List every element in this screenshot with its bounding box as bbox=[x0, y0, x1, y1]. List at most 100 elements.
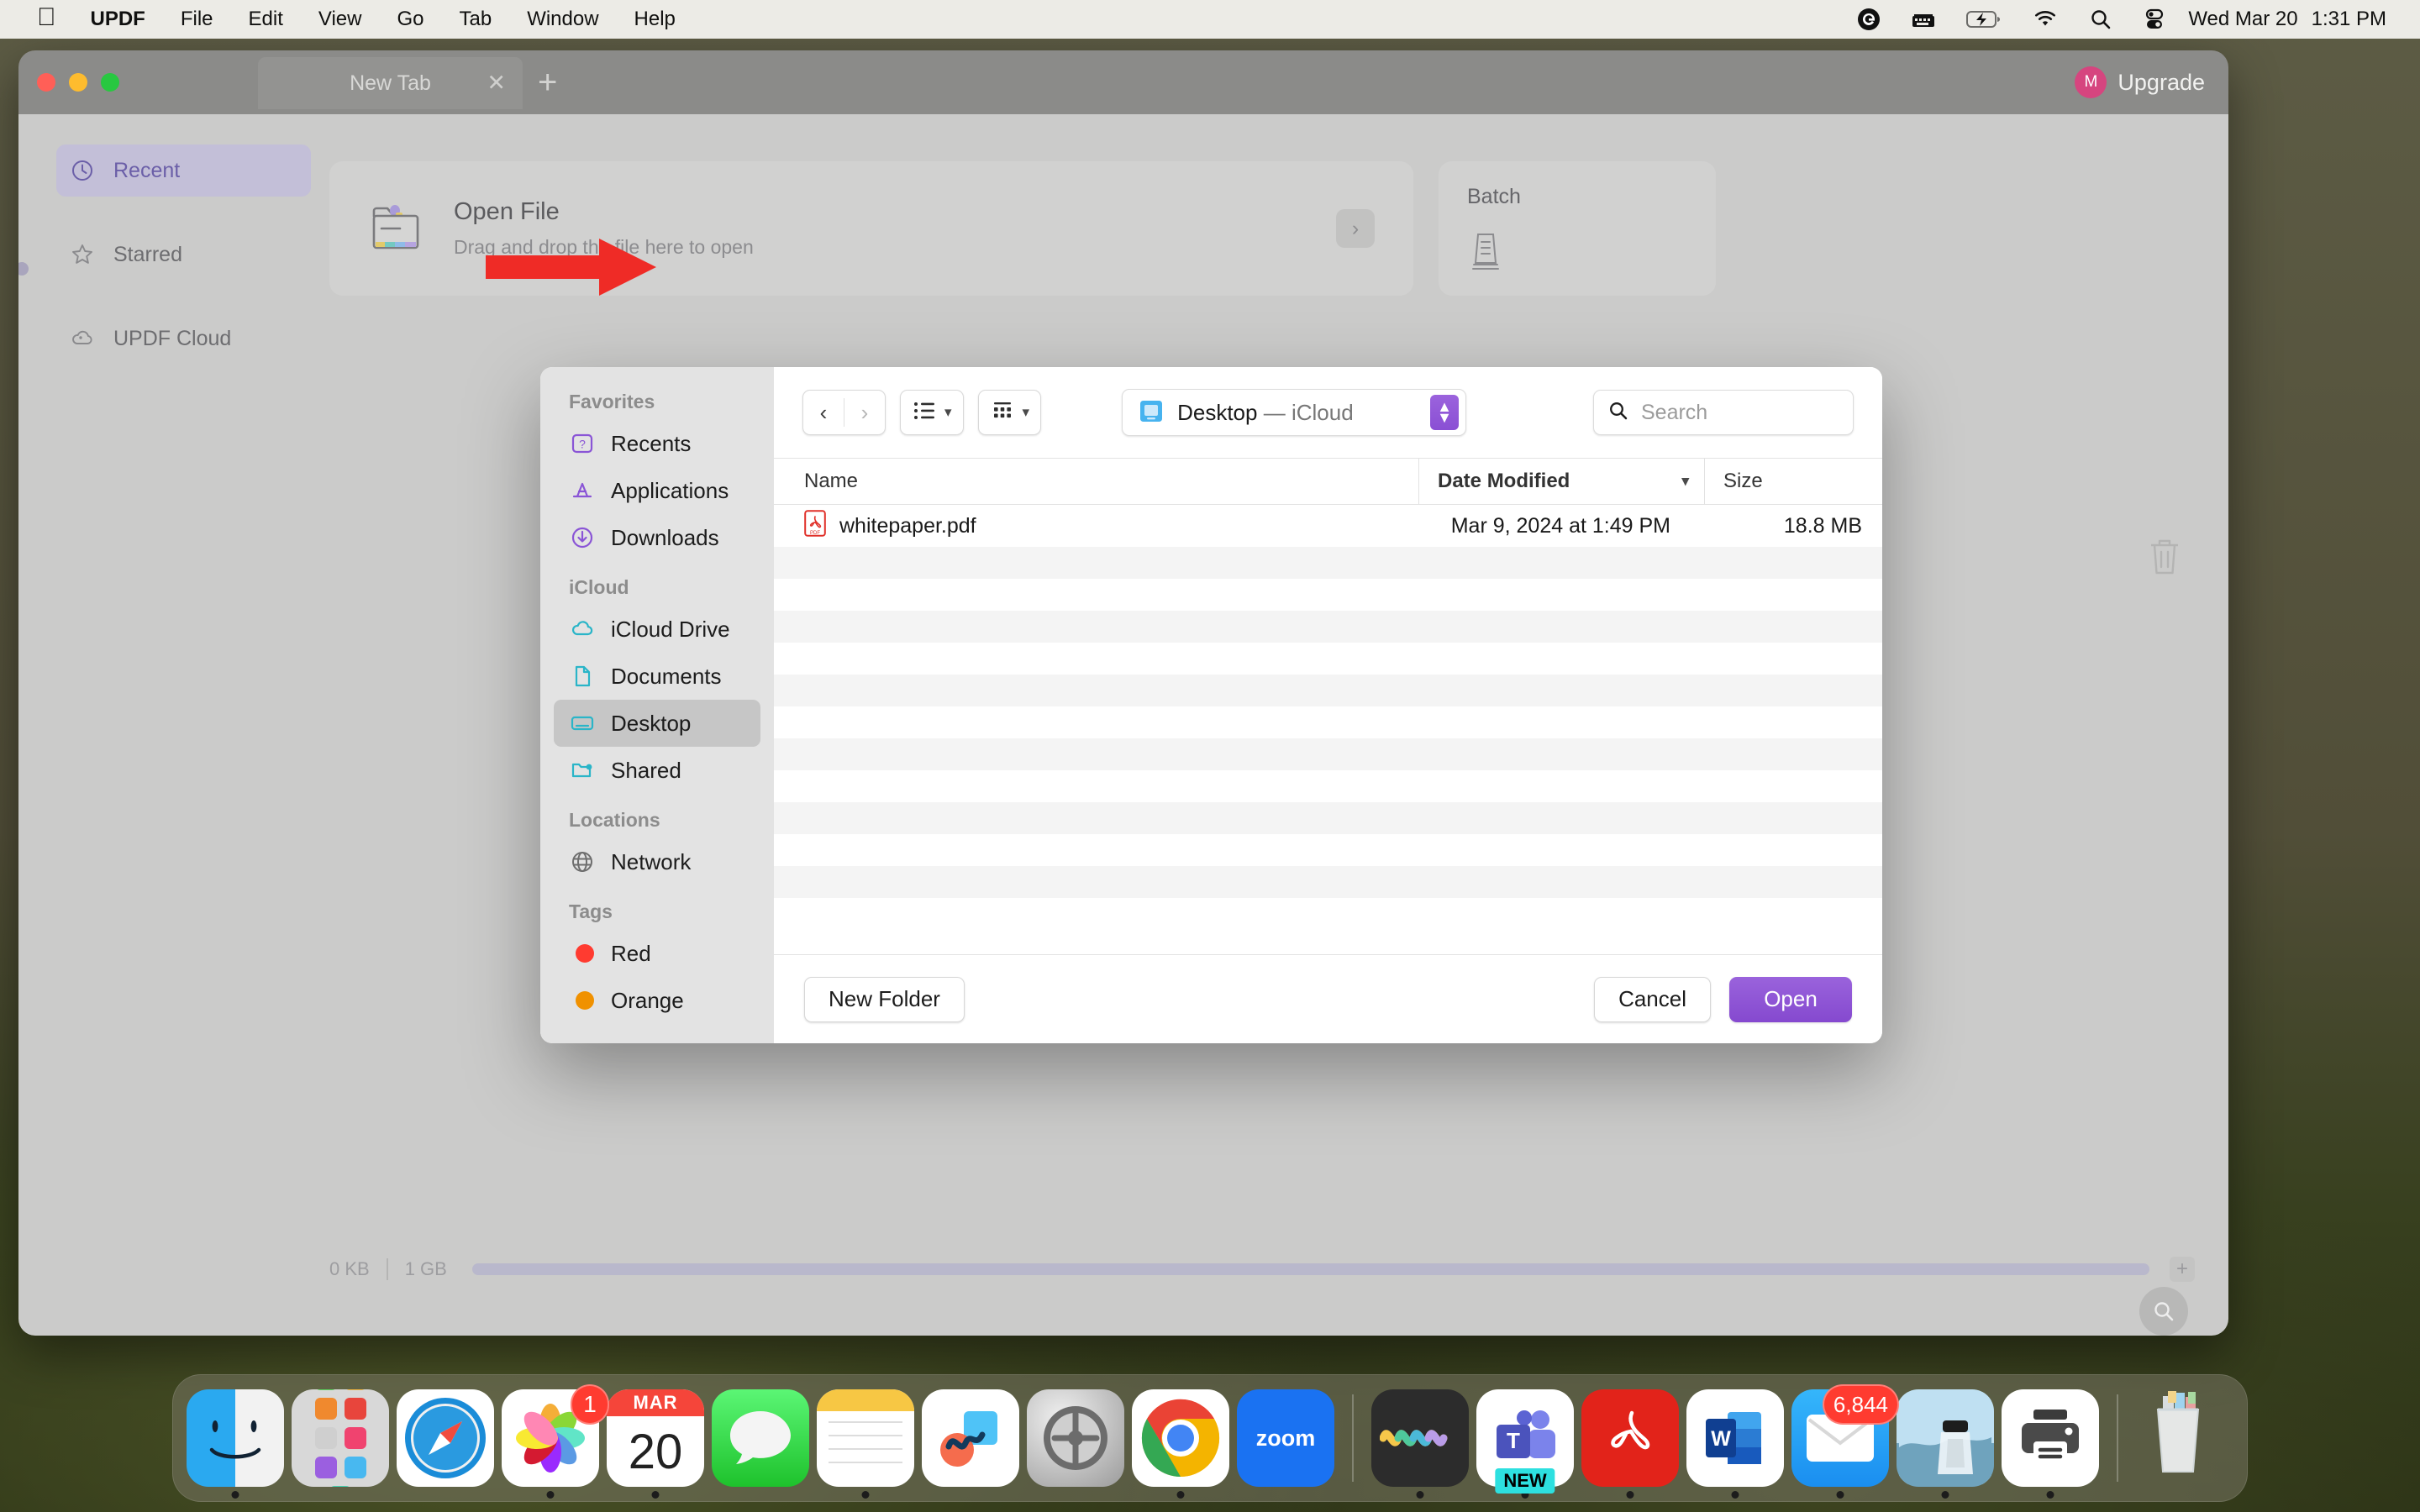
dock-item-mail[interactable]: 6,844 bbox=[1791, 1389, 1889, 1487]
dock-item-freeform[interactable] bbox=[922, 1389, 1019, 1487]
dock-item-photos[interactable]: 1 bbox=[502, 1389, 599, 1487]
close-icon[interactable]: ✕ bbox=[487, 72, 506, 95]
dock-item-system-settings[interactable] bbox=[1027, 1389, 1124, 1487]
menubar-time[interactable]: 1:31 PM bbox=[2312, 8, 2386, 31]
document-stack-icon[interactable] bbox=[1467, 262, 1504, 276]
search-icon[interactable] bbox=[2139, 1287, 2188, 1336]
dock-item-preview[interactable] bbox=[1897, 1389, 1994, 1487]
column-header-name[interactable]: Name bbox=[804, 470, 1418, 493]
table-row[interactable] bbox=[774, 866, 1882, 898]
cancel-button[interactable]: Cancel bbox=[1594, 977, 1711, 1022]
sidebar-item-icloud-drive[interactable]: iCloud Drive bbox=[554, 606, 760, 653]
menu-window[interactable]: Window bbox=[509, 9, 616, 29]
sidebar-item-shared[interactable]: Shared bbox=[554, 747, 760, 794]
dock-item-calendar[interactable]: MAR 20 bbox=[607, 1389, 704, 1487]
dock-item-safari[interactable] bbox=[397, 1389, 494, 1487]
control-center-icon[interactable] bbox=[2128, 8, 2181, 31]
table-row[interactable] bbox=[774, 834, 1882, 866]
wifi-icon[interactable] bbox=[2017, 9, 2074, 29]
grammarly-icon[interactable] bbox=[1842, 8, 1896, 31]
table-row[interactable] bbox=[774, 643, 1882, 675]
path-popup-button[interactable]: Desktop — iCloud ▲▼ bbox=[1122, 389, 1466, 436]
sidebar-item-label: UPDF Cloud bbox=[113, 327, 231, 351]
menu-help[interactable]: Help bbox=[617, 9, 693, 29]
column-header-date-modified[interactable]: Date Modified ▾ bbox=[1418, 459, 1704, 504]
keyboard-icon[interactable] bbox=[1896, 8, 1951, 30]
menu-edit[interactable]: Edit bbox=[231, 9, 301, 29]
sidebar-item-desktop[interactable]: Desktop bbox=[554, 700, 760, 747]
chevron-right-icon[interactable]: › bbox=[1336, 209, 1375, 248]
plus-icon[interactable]: + bbox=[2170, 1257, 2195, 1282]
dock-item-zoom[interactable]: zoom bbox=[1237, 1389, 1334, 1487]
group-view-button[interactable]: ▾ bbox=[978, 390, 1042, 435]
sidebar-item-tag-orange[interactable]: Orange bbox=[554, 977, 760, 1024]
avatar[interactable]: M bbox=[2075, 66, 2107, 98]
search-input[interactable]: Search bbox=[1593, 390, 1854, 435]
dock-item-word[interactable]: W bbox=[1686, 1389, 1784, 1487]
forward-button[interactable]: › bbox=[844, 391, 885, 434]
battery-charging-icon[interactable] bbox=[1951, 9, 2017, 29]
list-view-button[interactable]: ▾ bbox=[900, 390, 964, 435]
chevron-down-icon: ▾ bbox=[1681, 473, 1689, 490]
menubar-date[interactable]: Wed Mar 20 bbox=[2188, 8, 2297, 31]
sidebar-item-updf-cloud[interactable]: UPDF Cloud bbox=[56, 312, 311, 365]
dock-item-launchpad[interactable] bbox=[292, 1389, 389, 1487]
sidebar-item-recents[interactable]: ? Recents bbox=[554, 420, 760, 467]
close-window-button[interactable] bbox=[37, 73, 55, 92]
table-row[interactable] bbox=[774, 770, 1882, 802]
dock-item-printer[interactable] bbox=[2002, 1389, 2099, 1487]
column-header-size[interactable]: Size bbox=[1704, 459, 1882, 504]
dialog-sidebar: Favorites ? Recents Applications Downloa… bbox=[540, 367, 774, 1043]
running-indicator bbox=[1417, 1491, 1424, 1499]
sidebar-item-network[interactable]: Network bbox=[554, 838, 760, 885]
table-row[interactable] bbox=[774, 547, 1882, 579]
dock-item-teams[interactable]: T NEW bbox=[1476, 1389, 1574, 1487]
applications-icon bbox=[569, 477, 596, 504]
menu-app-name[interactable]: UPDF bbox=[73, 9, 163, 29]
open-button[interactable]: Open bbox=[1729, 977, 1852, 1022]
table-row[interactable]: PDF whitepaper.pdf Mar 9, 2024 at 1:49 P… bbox=[774, 505, 1882, 547]
dock-item-chrome[interactable] bbox=[1132, 1389, 1229, 1487]
search-icon[interactable] bbox=[2074, 8, 2128, 31]
sidebar-collapse-handle[interactable] bbox=[18, 262, 29, 276]
menu-tab[interactable]: Tab bbox=[441, 9, 509, 29]
table-row[interactable] bbox=[774, 738, 1882, 770]
storage-progress-track[interactable] bbox=[472, 1263, 2149, 1275]
table-row[interactable] bbox=[774, 611, 1882, 643]
table-row[interactable] bbox=[774, 675, 1882, 706]
upgrade-button[interactable]: M Upgrade bbox=[2075, 66, 2205, 98]
batch-card[interactable]: Batch bbox=[1439, 161, 1716, 296]
menu-file[interactable]: File bbox=[163, 9, 231, 29]
dock-item-audio[interactable] bbox=[1371, 1389, 1469, 1487]
menu-view[interactable]: View bbox=[301, 9, 380, 29]
sidebar-item-documents[interactable]: Documents bbox=[554, 653, 760, 700]
dock-item-messages[interactable] bbox=[712, 1389, 809, 1487]
trash-icon[interactable] bbox=[2144, 534, 2185, 582]
maximize-window-button[interactable] bbox=[101, 73, 119, 92]
file-name: whitepaper.pdf bbox=[839, 514, 976, 538]
plus-icon[interactable]: + bbox=[538, 66, 557, 99]
back-button[interactable]: ‹ bbox=[803, 391, 844, 434]
new-folder-button[interactable]: New Folder bbox=[804, 977, 965, 1022]
sidebar-item-recent[interactable]: Recent bbox=[56, 144, 311, 197]
dock-item-acrobat[interactable] bbox=[1581, 1389, 1679, 1487]
sidebar-item-tag-red[interactable]: Red bbox=[554, 930, 760, 977]
list-view-icon bbox=[912, 400, 937, 426]
table-row[interactable] bbox=[774, 579, 1882, 611]
table-row[interactable] bbox=[774, 802, 1882, 834]
table-row[interactable] bbox=[774, 706, 1882, 738]
menu-go[interactable]: Go bbox=[379, 9, 441, 29]
sidebar-item-downloads[interactable]: Downloads bbox=[554, 514, 760, 561]
up-down-stepper-icon[interactable]: ▲▼ bbox=[1430, 395, 1459, 430]
tab-new-tab[interactable]: New Tab ✕ bbox=[258, 57, 523, 109]
macos-menu-bar:  UPDF File Edit View Go Tab Window Help bbox=[0, 0, 2420, 39]
dock-item-trash[interactable] bbox=[2136, 1389, 2233, 1487]
sidebar-item-starred[interactable]: Starred bbox=[56, 228, 311, 281]
table-row[interactable] bbox=[774, 898, 1882, 930]
sidebar-item-applications[interactable]: Applications bbox=[554, 467, 760, 514]
dock-item-finder[interactable] bbox=[187, 1389, 284, 1487]
file-list[interactable]: PDF whitepaper.pdf Mar 9, 2024 at 1:49 P… bbox=[774, 505, 1882, 954]
apple-logo-icon[interactable]:  bbox=[22, 5, 73, 30]
dock-item-notes[interactable] bbox=[817, 1389, 914, 1487]
minimize-window-button[interactable] bbox=[69, 73, 87, 92]
